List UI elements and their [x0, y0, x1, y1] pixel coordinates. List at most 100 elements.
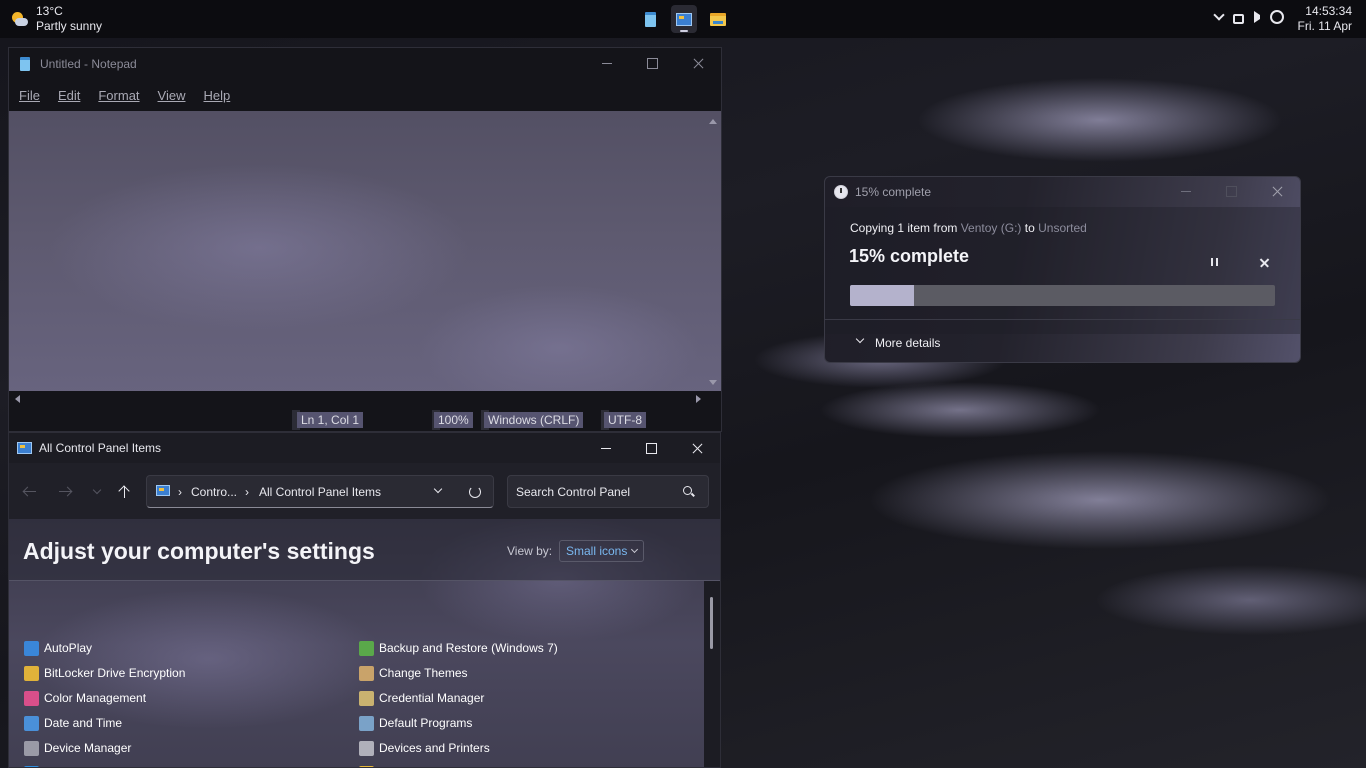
back-arrow-icon[interactable] [22, 484, 38, 500]
cancel-icon[interactable] [1255, 253, 1275, 273]
scroll-down-icon[interactable] [709, 380, 717, 385]
close-icon[interactable] [674, 433, 720, 465]
brightness-icon[interactable] [1270, 10, 1284, 24]
credential-manager-icon [359, 690, 374, 706]
notepad-icon [644, 11, 656, 27]
address-bar[interactable]: › Contro... › All Control Panel Items [146, 475, 494, 508]
control-panel-item-label: Default Programs [379, 716, 473, 730]
control-panel-item-label: Date and Time [44, 716, 123, 730]
progress-percent-text: 15% complete [849, 246, 970, 266]
weather-description: Partly sunny [36, 19, 103, 33]
menu-format[interactable]: Format [98, 88, 139, 103]
control-panel-item[interactable]: AutoPlay [24, 639, 92, 657]
top-taskbar: 13°C Partly sunny 14:53:34 Fri. 11 Apr [0, 0, 1366, 38]
search-icon[interactable] [683, 486, 692, 495]
control-panel-item-label: AutoPlay [44, 641, 93, 655]
clock-date: Fri. 11 Apr [1297, 19, 1352, 33]
control-panel-titlebar[interactable]: All Control Panel Items [9, 433, 720, 463]
date-time-icon [24, 715, 39, 731]
control-panel-item-label: BitLocker Drive Encryption [44, 666, 186, 680]
control-panel-item[interactable]: Backup and Restore (Windows 7) [359, 639, 558, 657]
minimize-icon[interactable] [583, 48, 629, 80]
close-icon[interactable] [1254, 177, 1300, 207]
backup-icon [359, 640, 374, 656]
breadcrumb-separator-icon[interactable]: › [245, 485, 249, 499]
breadcrumb-all-items[interactable]: All Control Panel Items [259, 485, 381, 499]
taskbar-file-explorer-button[interactable] [705, 5, 731, 33]
notepad-icon [20, 57, 30, 71]
clock[interactable]: 14:53:34 Fri. 11 Apr [1298, 4, 1352, 34]
minimize-icon[interactable] [582, 433, 628, 465]
taskbar-notepad-button[interactable] [637, 5, 663, 33]
control-panel-item[interactable]: Ease of Access Center [24, 764, 165, 767]
breadcrumb-control-panel[interactable]: Contro... [191, 485, 237, 499]
file-copy-dialog: 15% complete Copying 1 item from Ventoy … [824, 176, 1301, 363]
control-panel-item[interactable]: Credential Manager [359, 689, 484, 707]
weather-widget[interactable]: 13°C Partly sunny [12, 4, 102, 34]
search-box[interactable]: Search Control Panel [507, 475, 709, 508]
vertical-scrollbar[interactable] [704, 581, 720, 767]
copy-dialog-titlebar[interactable]: 15% complete [825, 177, 1300, 207]
destination-link[interactable]: Unsorted [1038, 221, 1087, 235]
device-manager-icon [24, 740, 39, 756]
breadcrumb-separator-icon[interactable]: › [178, 485, 182, 499]
control-panel-item[interactable]: Date and Time [24, 714, 122, 732]
speaker-icon[interactable] [1254, 11, 1260, 23]
control-panel-item[interactable]: Device Manager [24, 739, 131, 757]
more-details-toggle[interactable]: More details [825, 319, 1300, 362]
control-panel-item[interactable]: Devices and Printers [359, 739, 490, 757]
forward-arrow-icon[interactable] [57, 484, 73, 500]
control-panel-window: All Control Panel Items › Contro... › Al… [8, 432, 721, 768]
text-editor-area[interactable] [9, 111, 707, 391]
themes-icon [359, 665, 374, 681]
control-panel-icon [676, 12, 692, 26]
control-panel-item-label: Color Management [44, 691, 147, 705]
minimize-icon[interactable] [1162, 177, 1208, 207]
lock-icon[interactable] [1233, 14, 1244, 24]
refresh-icon[interactable] [469, 486, 481, 498]
default-programs-icon [359, 715, 374, 731]
taskbar-control-panel-button[interactable] [671, 5, 697, 33]
window-controls [583, 48, 721, 80]
recent-locations-chevron-icon[interactable] [90, 484, 106, 500]
control-panel-item[interactable]: Color Management [24, 689, 146, 707]
chevron-down-icon [855, 334, 865, 344]
scrollbar-thumb[interactable] [710, 597, 713, 649]
horizontal-scrollbar[interactable] [9, 391, 707, 407]
menu-help[interactable]: Help [203, 88, 230, 103]
maximize-icon[interactable] [628, 433, 674, 465]
more-details-label: More details [875, 336, 941, 350]
view-by-dropdown[interactable]: Small icons [559, 540, 645, 562]
address-dropdown-icon[interactable] [433, 484, 443, 494]
system-tray [1213, 9, 1284, 24]
source-link[interactable]: Ventoy (G:) [961, 221, 1022, 235]
maximize-icon[interactable] [629, 48, 675, 80]
vertical-scrollbar[interactable] [705, 111, 721, 391]
close-icon[interactable] [675, 48, 721, 80]
pause-icon[interactable] [1205, 253, 1225, 273]
control-panel-icon [17, 442, 32, 454]
weather-temperature: 13°C [36, 4, 63, 18]
status-encoding: UTF-8 [604, 412, 646, 428]
control-panel-item[interactable]: Change Themes [359, 664, 468, 682]
control-panel-item[interactable]: Default Programs [359, 714, 472, 732]
navigation-bar: › Contro... › All Control Panel Items Se… [9, 463, 720, 519]
scroll-up-icon[interactable] [709, 119, 717, 124]
menu-edit[interactable]: Edit [58, 88, 80, 103]
menu-file[interactable]: File [19, 88, 40, 103]
up-arrow-icon[interactable] [117, 484, 133, 500]
chevron-up-icon[interactable] [1213, 9, 1225, 21]
control-panel-item[interactable]: File Explorer Options [359, 764, 491, 767]
control-panel-item[interactable]: BitLocker Drive Encryption [24, 664, 185, 682]
taskbar-apps [637, 5, 731, 33]
scroll-right-icon[interactable] [696, 395, 701, 403]
status-cursor-position: Ln 1, Col 1 [297, 412, 364, 428]
scroll-left-icon[interactable] [15, 395, 20, 403]
page-title: Adjust your computer's settings [23, 538, 375, 564]
notepad-titlebar[interactable]: Untitled - Notepad [9, 48, 721, 80]
menu-view[interactable]: View [158, 88, 186, 103]
clock-time: 14:53:34 [1305, 4, 1352, 18]
control-panel-item-label: Device Manager [44, 741, 132, 755]
window-title: All Control Panel Items [39, 441, 162, 455]
autoplay-icon [24, 640, 39, 656]
